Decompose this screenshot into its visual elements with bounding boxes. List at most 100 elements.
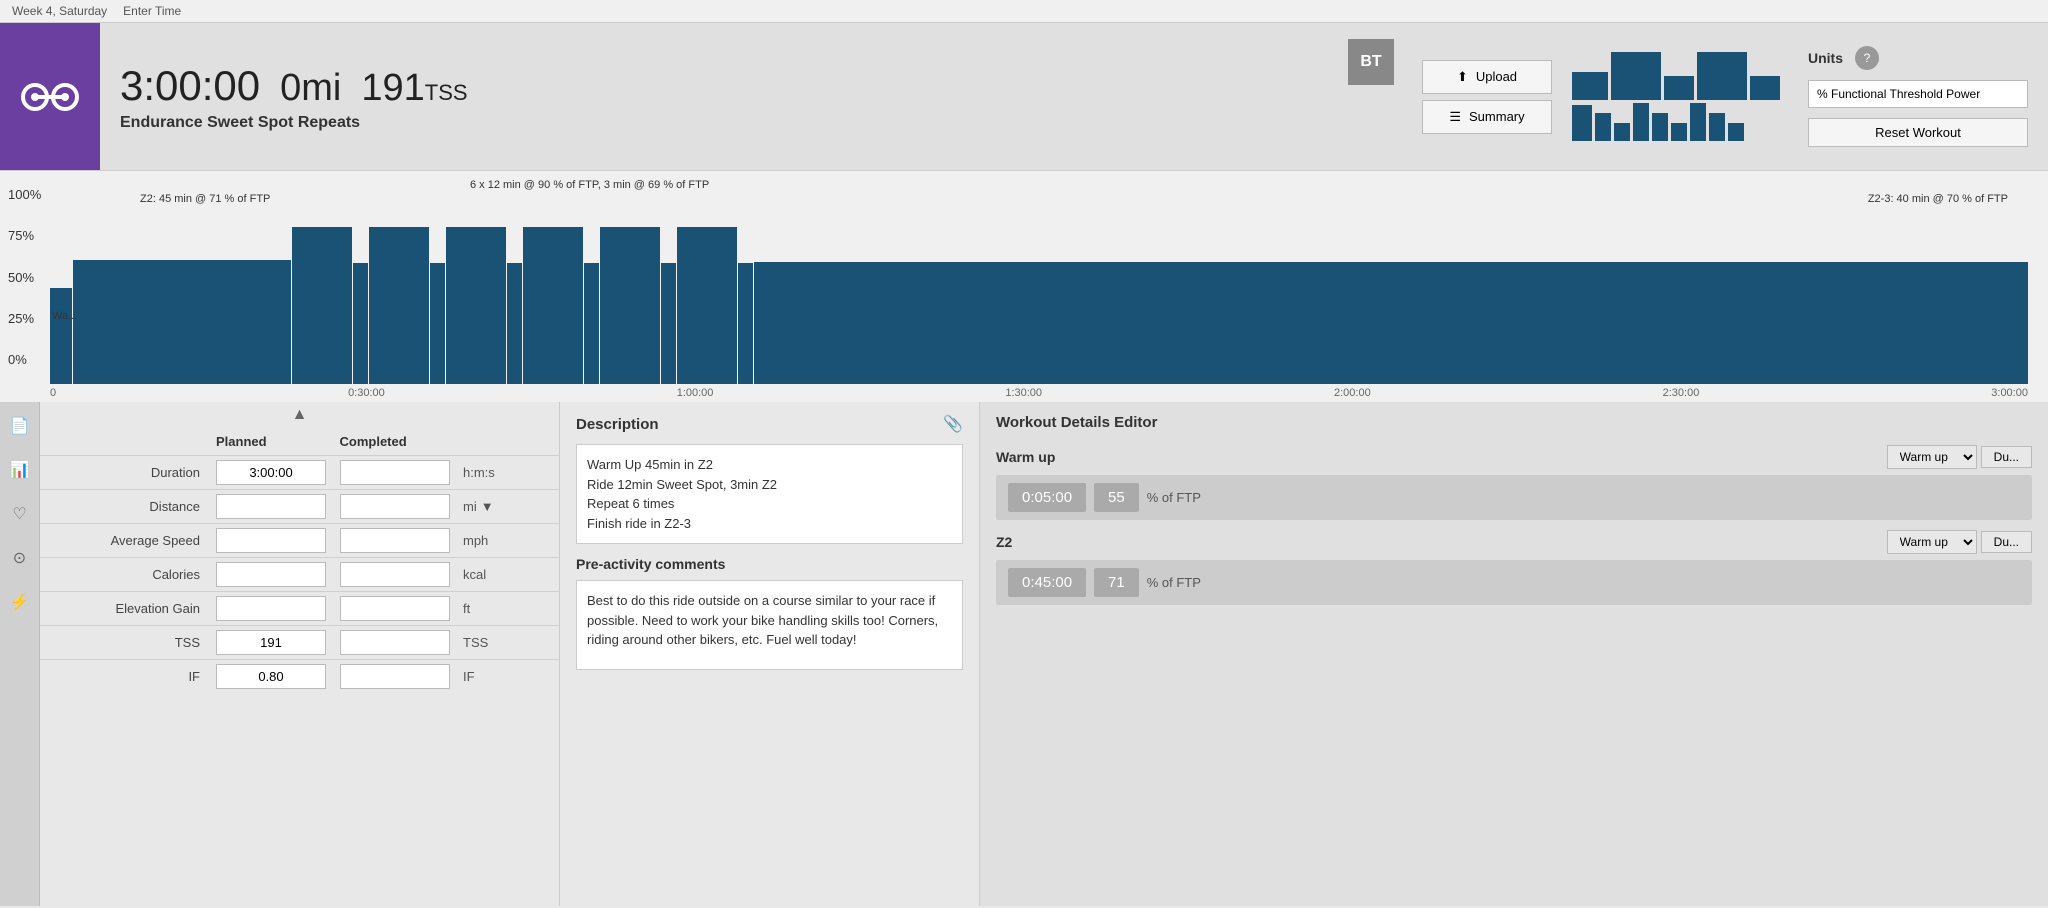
units-label: Units — [1808, 50, 1843, 66]
if-completed[interactable] — [340, 664, 450, 689]
tss-label: TSS — [56, 635, 216, 650]
units-select[interactable]: % Functional Threshold Power — [1808, 80, 2028, 108]
distance-planned[interactable] — [216, 494, 326, 519]
chart-annotations-top: 6 x 12 min @ 90 % of FTP, 3 min @ 69 % o… — [50, 179, 2028, 209]
segment-z2-type-select[interactable]: Warm up — [1887, 530, 1977, 554]
duration-completed[interactable] — [340, 460, 450, 485]
if-planned[interactable] — [216, 664, 326, 689]
stats-table: Planned Completed Duration h:m:s Distanc… — [40, 428, 559, 693]
unit-dropdown-icon[interactable]: ▼ — [481, 499, 494, 514]
segment-z2-time: 0:45:00 — [1008, 568, 1086, 597]
y-label-75: 75% — [8, 228, 41, 243]
distance-completed[interactable] — [340, 494, 450, 519]
bar-rec5 — [661, 263, 676, 384]
elevation-label: Elevation Gain — [56, 601, 216, 616]
file-icon[interactable]: 📄 — [6, 412, 34, 440]
duration-planned[interactable] — [216, 460, 326, 485]
segment-warmup-time: 0:05:00 — [1008, 483, 1086, 512]
workout-info: 3:00:00 0mi 191TSS Endurance Sweet Spot … — [100, 23, 1348, 170]
x-label-150: 2:30:00 — [1663, 387, 1700, 399]
calories-completed[interactable] — [340, 562, 450, 587]
bar-cooldown — [754, 262, 2028, 384]
workout-icon — [0, 23, 100, 170]
left-panel: 📄 📊 ♡ ⊙ ⚡ — [0, 402, 40, 906]
chart-bars[interactable]: Wa... — [50, 209, 2028, 384]
pre-activity-text[interactable]: Best to do this ride outside on a course… — [576, 580, 963, 670]
bar-z2 — [73, 260, 291, 384]
segment-warmup: Warm up Warm up Du... 0:05:00 55 % of FT… — [996, 445, 2032, 520]
segment-z2-pct: 71 — [1094, 568, 1139, 597]
y-label-25: 25% — [8, 311, 41, 326]
stats-header: Planned Completed — [40, 428, 559, 455]
units-section: Units ? % Functional Threshold Power Res… — [1788, 23, 2048, 170]
bar-rec2 — [430, 263, 445, 384]
x-label-180: 3:00:00 — [1991, 387, 2028, 399]
tss-unit: TSS — [463, 635, 543, 650]
header: 3:00:00 0mi 191TSS Endurance Sweet Spot … — [0, 23, 2048, 171]
blocks-preview[interactable] — [1572, 52, 1780, 141]
enter-time-link[interactable]: Enter Time — [123, 4, 181, 18]
avg-speed-completed[interactable] — [340, 528, 450, 553]
bike-icon[interactable]: ⊙ — [6, 544, 34, 572]
segment-z2-controls: Warm up Du... — [1887, 530, 2032, 554]
stats-row-elevation: Elevation Gain ft — [40, 591, 559, 625]
summary-icon: ☰ — [1449, 109, 1461, 125]
elevation-planned[interactable] — [216, 596, 326, 621]
stats-panel: ▲ Planned Completed Duration h:m:s Dista… — [40, 402, 560, 906]
segment-warmup-header: Warm up Warm up Du... — [996, 445, 2032, 469]
stats-row-duration: Duration h:m:s — [40, 455, 559, 489]
distance-label: Distance — [56, 499, 216, 514]
bar-ss4 — [523, 227, 583, 384]
duration-unit: h:m:s — [463, 465, 543, 480]
completed-header: Completed — [340, 434, 464, 449]
week-label: Week 4, Saturday — [12, 4, 107, 18]
segment-z2-header: Z2 Warm up Du... — [996, 530, 2032, 554]
workout-icon-svg — [20, 77, 80, 117]
help-button[interactable]: ? — [1855, 46, 1879, 70]
x-label-0: 0 — [50, 387, 56, 399]
collapse-bar[interactable]: ▲ — [40, 402, 559, 428]
workout-distance: 0mi — [280, 67, 341, 110]
y-label-50: 50% — [8, 270, 41, 285]
description-text[interactable]: Warm Up 45min in Z2 Ride 12min Sweet Spo… — [576, 444, 963, 544]
if-label: IF — [56, 669, 216, 684]
bottom-section: 📄 📊 ♡ ⊙ ⚡ ▲ Planned Completed Duration h… — [0, 402, 2048, 906]
annotation-z2: Z2: 45 min @ 71 % of FTP — [140, 193, 270, 205]
bar-ss1 — [292, 227, 352, 384]
calories-planned[interactable] — [216, 562, 326, 587]
units-select-wrapper: % Functional Threshold Power — [1808, 80, 2028, 108]
x-label-90: 1:30:00 — [1005, 387, 1042, 399]
workout-tss: 191TSS — [361, 67, 467, 110]
summary-button[interactable]: ☰ Summary — [1422, 100, 1552, 134]
segment-warmup-controls: Warm up Du... — [1887, 445, 2032, 469]
x-label-30: 0:30:00 — [348, 387, 385, 399]
heart-icon[interactable]: ♡ — [6, 500, 34, 528]
avg-speed-label: Average Speed — [56, 533, 216, 548]
segment-z2-name: Z2 — [996, 534, 1012, 550]
chart-icon[interactable]: 📊 — [6, 456, 34, 484]
bar-rec6 — [738, 263, 753, 384]
clip-icon[interactable]: 📎 — [943, 414, 963, 434]
segment-warmup-du-btn[interactable]: Du... — [1981, 446, 2032, 468]
stats-row-distance: Distance mi ▼ — [40, 489, 559, 523]
bolt-icon[interactable]: ⚡ — [6, 588, 34, 616]
description-title: Description — [576, 416, 659, 433]
workout-name: Endurance Sweet Spot Repeats — [120, 114, 1328, 132]
bar-ss3 — [446, 227, 506, 384]
segment-z2-du-btn[interactable]: Du... — [1981, 531, 2032, 553]
if-unit: IF — [463, 669, 543, 684]
tss-completed[interactable] — [340, 630, 450, 655]
bar-warmup — [50, 288, 72, 384]
reset-button[interactable]: Reset Workout — [1808, 118, 2028, 147]
top-bar: Week 4, Saturday Enter Time — [0, 0, 2048, 23]
tss-planned[interactable] — [216, 630, 326, 655]
chart-section: 100% 75% 50% 25% 0% 6 x 12 min @ 90 % of… — [0, 171, 2048, 402]
avg-speed-planned[interactable] — [216, 528, 326, 553]
segment-warmup-ftp-label: % of FTP — [1147, 490, 1201, 505]
elevation-completed[interactable] — [340, 596, 450, 621]
bar-ss5 — [600, 227, 660, 384]
segment-warmup-type-select[interactable]: Warm up — [1887, 445, 1977, 469]
pre-activity-label: Pre-activity comments — [576, 556, 963, 572]
description-header: Description 📎 — [576, 414, 963, 434]
upload-button[interactable]: ⬆ Upload — [1422, 60, 1552, 94]
